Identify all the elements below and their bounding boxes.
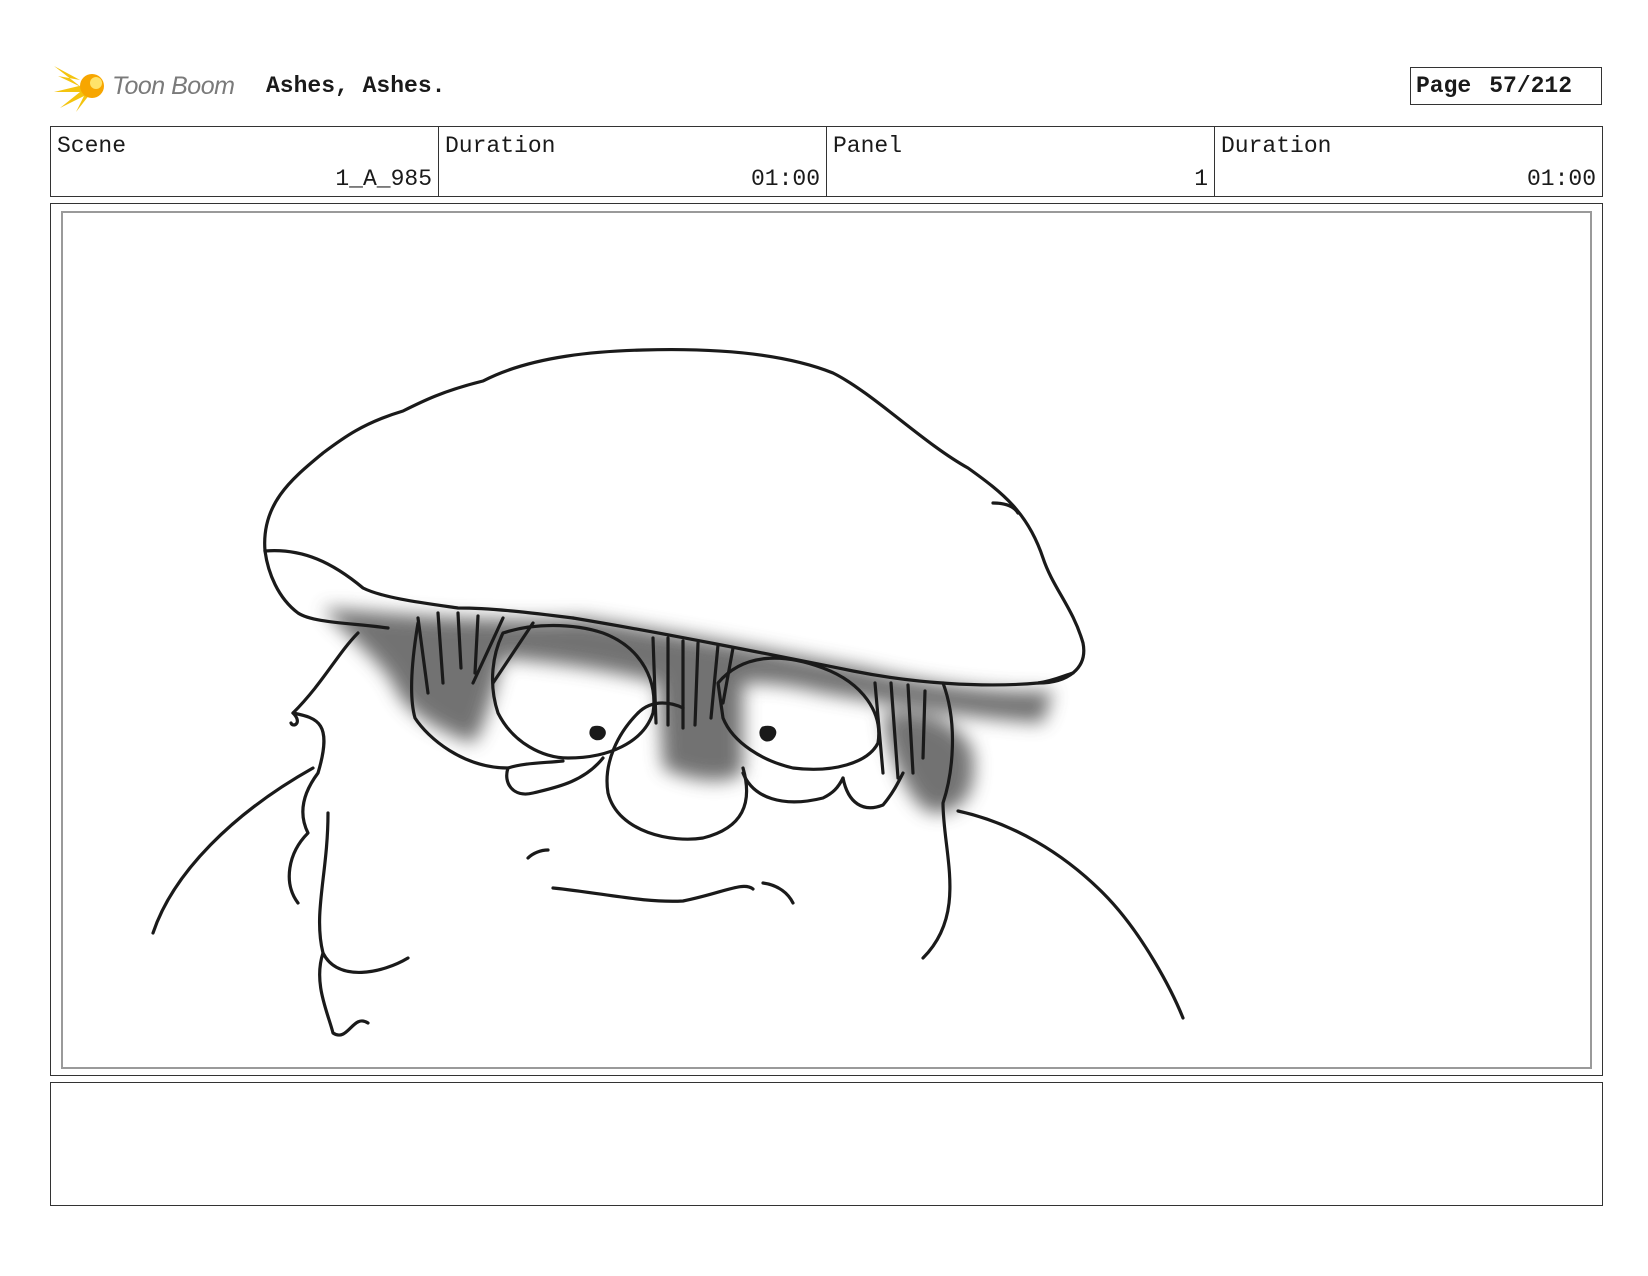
page-label: Page xyxy=(1416,73,1472,99)
scene-value: 1_A_985 xyxy=(335,166,432,192)
panel-label: Panel xyxy=(833,133,903,159)
notes-box xyxy=(50,1082,1603,1206)
scene-cell: Scene 1_A_985 xyxy=(51,127,439,196)
scene-duration-value: 01:00 xyxy=(750,166,820,192)
toon-boom-logo: Toon Boom xyxy=(52,58,235,114)
panel-image xyxy=(61,211,1592,1069)
project-title: Ashes, Ashes. xyxy=(266,73,446,99)
panel-cell: Panel 1 xyxy=(827,127,1215,196)
panel-duration-label: Duration xyxy=(1221,133,1332,159)
panel-duration-value: 01:00 xyxy=(1526,166,1596,192)
scene-label: Scene xyxy=(57,133,127,159)
page-indicator: Page 57/212 xyxy=(1410,67,1602,105)
panel-duration-cell: Duration 01:00 xyxy=(1215,127,1602,196)
panel-value: 1 xyxy=(1194,166,1208,192)
page-number: 57/212 xyxy=(1489,73,1573,99)
scene-duration-cell: Duration 01:00 xyxy=(439,127,827,196)
starburst-icon xyxy=(54,66,104,112)
logo-text: Toon Boom xyxy=(112,71,235,100)
character-sketch xyxy=(151,347,1185,1037)
info-table: Scene 1_A_985 Duration 01:00 Panel 1 Dur… xyxy=(50,126,1603,197)
scene-duration-label: Duration xyxy=(445,133,556,159)
